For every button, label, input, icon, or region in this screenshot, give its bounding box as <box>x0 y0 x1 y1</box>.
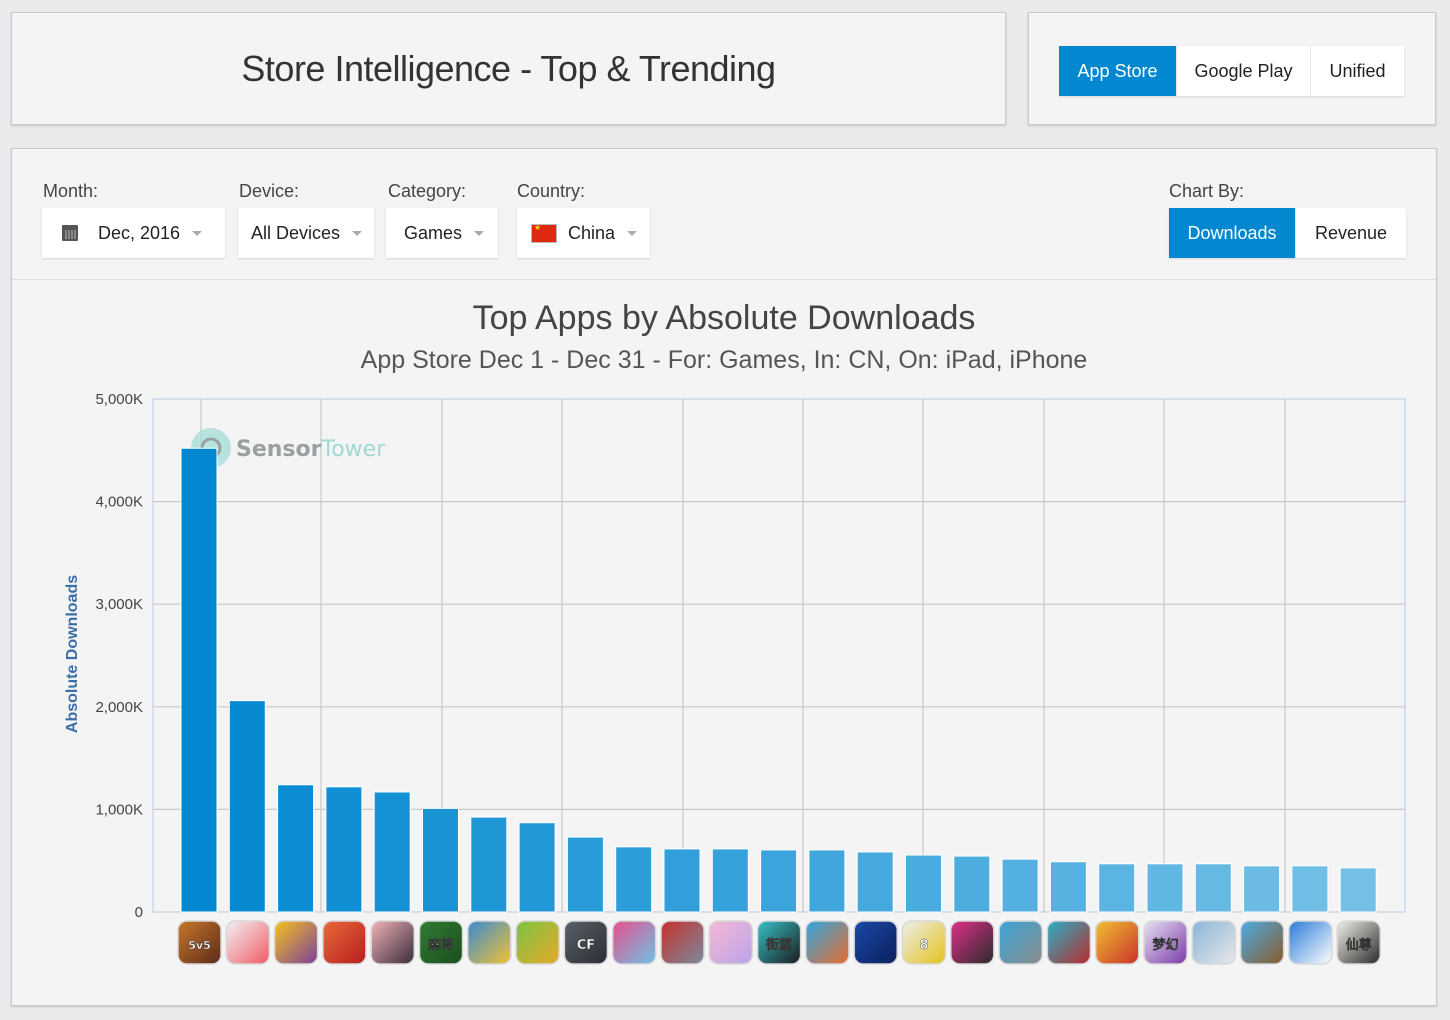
tab-google-play[interactable]: Google Play <box>1177 46 1311 96</box>
bar-5[interactable] <box>373 791 411 913</box>
tom-jerry-icon[interactable] <box>660 920 705 965</box>
goat-simulator-icon[interactable] <box>1191 920 1237 965</box>
header-panel: Store Intelligence - Top & Trending <box>11 12 1006 125</box>
watermark-text: SensorTower <box>236 437 386 462</box>
bar-19[interactable] <box>1049 861 1087 913</box>
y-tick-label: 2,000K <box>95 699 143 716</box>
bar-10[interactable] <box>615 846 653 913</box>
bar-3[interactable] <box>277 784 315 913</box>
bar-24[interactable] <box>1291 865 1329 913</box>
honor-of-kings-icon[interactable]: 5v5 <box>177 920 222 965</box>
bar-20[interactable] <box>1098 863 1136 913</box>
xianzun-icon[interactable]: 仙尊 <box>1336 920 1381 965</box>
bar-18[interactable] <box>1001 858 1039 913</box>
svg-text:CF: CF <box>577 938 595 953</box>
bar-6[interactable] <box>422 807 459 913</box>
svg-text:梦幻: 梦幻 <box>1152 937 1178 953</box>
y-axis-label: Absolute Downloads <box>64 575 81 733</box>
bar-12[interactable] <box>711 848 749 913</box>
chick-match-icon[interactable] <box>273 920 319 965</box>
bar-7[interactable] <box>470 816 508 913</box>
y-tick-label: 1,000K <box>95 801 143 818</box>
svg-text:8: 8 <box>919 938 928 953</box>
sensortower-watermark: SensorTower <box>191 428 386 468</box>
chart-panel: Month: Dec, 2016 Device: All Devices Cat… <box>11 148 1437 1006</box>
app-icons: 5v5 麻将 CF 街篮 8 梦幻 仙尊 <box>177 920 1381 965</box>
music-dance-icon[interactable] <box>950 920 995 965</box>
bar-15[interactable] <box>856 851 894 913</box>
tab-app-store[interactable]: App Store <box>1059 46 1177 96</box>
dream-zhuxian-icon[interactable]: 梦幻 <box>1143 920 1188 965</box>
clash-royale-icon[interactable] <box>1046 920 1092 965</box>
candy-icon[interactable] <box>611 920 657 965</box>
bar-4[interactable] <box>325 786 363 913</box>
tab-unified[interactable]: Unified <box>1311 46 1404 96</box>
bar-14[interactable] <box>808 849 846 913</box>
bar-1[interactable] <box>180 447 218 913</box>
bar-23[interactable] <box>1243 865 1281 913</box>
y-tick-label: 5,000K <box>95 391 143 408</box>
svg-text:5v5: 5v5 <box>188 939 210 952</box>
y-tick-label: 4,000K <box>95 494 143 511</box>
svg-text:麻将: 麻将 <box>427 937 454 953</box>
bar-13[interactable] <box>760 849 798 913</box>
street-basketball-icon[interactable]: 街篮 <box>756 920 802 965</box>
crossfire-icon[interactable]: CF <box>563 920 609 965</box>
talking-tom-icon[interactable] <box>998 920 1043 965</box>
asphalt-8-icon[interactable]: 8 <box>901 920 947 965</box>
y-tick-label: 0 <box>135 904 143 921</box>
crossy-cow-icon[interactable] <box>1239 920 1285 965</box>
y-axis: 0 1,000K 2,000K 3,000K 4,000K 5,000K <box>95 391 143 921</box>
bar-8[interactable] <box>518 822 556 913</box>
bar-17[interactable] <box>953 855 991 913</box>
green-blob-icon[interactable] <box>515 920 560 965</box>
bar-11[interactable] <box>663 848 701 913</box>
mahjong-icon[interactable]: 麻将 <box>418 920 464 965</box>
bar-21[interactable] <box>1146 863 1184 913</box>
store-toggle: App Store Google Play Unified <box>1059 46 1404 96</box>
king-glory-icon[interactable] <box>853 920 898 965</box>
bar-25[interactable] <box>1339 867 1377 913</box>
naruto-icon[interactable] <box>1094 920 1140 965</box>
snake-io-icon[interactable] <box>225 920 271 965</box>
fishing-icon[interactable] <box>467 920 512 965</box>
y-tick-label: 3,000K <box>95 596 143 613</box>
store-selector-panel: App Store Google Play Unified <box>1028 12 1436 125</box>
merchant-icon[interactable] <box>805 920 850 965</box>
bar-2[interactable] <box>228 700 266 913</box>
bars <box>180 447 1377 913</box>
bar-16[interactable] <box>905 854 942 913</box>
bar-9[interactable] <box>566 836 604 913</box>
anime-girl-icon[interactable] <box>370 920 415 965</box>
svg-text:仙尊: 仙尊 <box>1346 937 1372 953</box>
circle-ring-icon[interactable] <box>1288 920 1333 965</box>
bar-chart: SensorTower 0 1,000K 2,000K 3,000K 4,000K 5,0… <box>64 391 1406 965</box>
fight-landlord-icon[interactable] <box>322 920 367 965</box>
cat-balloon-icon[interactable] <box>708 920 754 965</box>
bar-22[interactable] <box>1194 863 1232 913</box>
svg-text:街篮: 街篮 <box>765 937 792 953</box>
page-title: Store Intelligence - Top & Trending <box>241 47 776 89</box>
